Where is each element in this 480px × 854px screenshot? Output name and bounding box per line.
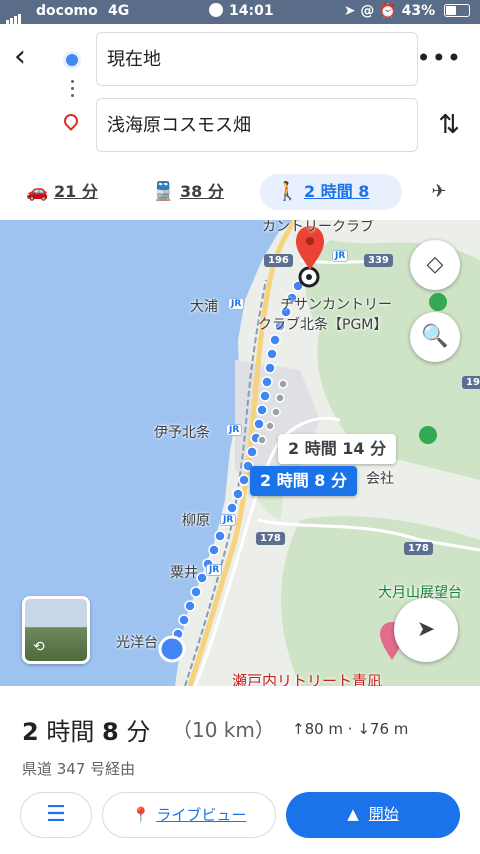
live-view-button[interactable]: 📍 ライブビュー <box>102 792 276 838</box>
start-button[interactable]: ▲ 開始 <box>286 792 460 838</box>
tab-walk[interactable]: 🚶 2 時間 8 <box>260 174 402 210</box>
navigation-arrow-icon: ▲ <box>347 805 359 823</box>
jr-station-icon: JR <box>220 514 237 526</box>
main-route-time-bubble[interactable]: 2 時間 8 分 <box>250 466 357 496</box>
route-elevation: ↑80 m · ↓76 m <box>292 720 409 738</box>
steps-list-button[interactable]: ☰ <box>20 792 92 838</box>
tab-flight[interactable]: ✈ <box>428 174 456 210</box>
rotate-360-icon: ⟲ <box>33 639 45 655</box>
train-icon: 🚆 <box>152 181 175 202</box>
alarm-icon: ⏰ <box>379 3 397 19</box>
route-distance: （10 km） <box>172 718 275 742</box>
live-view-pin-icon: 📍 <box>131 806 151 824</box>
jr-station-icon: JR <box>226 424 243 436</box>
map-view[interactable]: カントリークラブ チサンカントリー クラブ北条【PGM】 大浦 伊予北条 会社 … <box>0 220 480 686</box>
status-bar: docomo 4G 14:01 ➤ @ ⏰ 43% <box>0 0 480 24</box>
street-view-thumbnail[interactable]: ⟲ <box>22 596 90 664</box>
jr-station-icon: JR <box>332 250 349 262</box>
lock-rotation-icon: @ <box>360 3 375 19</box>
destination-pin-icon <box>61 111 81 131</box>
road-shield-196b: 196 <box>462 376 480 389</box>
layers-icon: ◇ <box>426 252 444 277</box>
jr-station-icon: JR <box>228 298 245 310</box>
route-via: 県道 347 号経由 <box>22 760 136 778</box>
tab-car[interactable]: 🚗 21 分 <box>26 174 98 210</box>
list-icon: ☰ <box>46 802 66 827</box>
map-label-iyo-hojo: 伊予北条 <box>154 425 210 441</box>
map-label-country-club-top: カントリークラブ <box>262 220 374 235</box>
travel-mode-tabs: 🚗 21 分 🚆 38 分 🚶 2 時間 8 ✈ <box>0 172 480 216</box>
back-button[interactable]: ‹ <box>14 42 44 72</box>
origin-dot-icon <box>66 54 78 66</box>
battery-icon <box>444 4 470 17</box>
road-shield-196: 196 <box>264 254 293 267</box>
swap-icon[interactable]: ⇅ <box>438 110 460 140</box>
route-summary-panel: 2 時間 8 分 （10 km） ↑80 m · ↓76 m 県道 347 号経… <box>0 686 480 854</box>
map-label-koyodai: 光洋台 <box>116 635 158 651</box>
status-time: 14:01 <box>229 3 274 19</box>
route-dots-icon <box>69 80 75 101</box>
road-shield-339: 339 <box>364 254 393 267</box>
map-label-retreat: 瀬戸内リトリート青凪 <box>232 672 383 686</box>
jr-station-icon: JR <box>206 564 223 576</box>
road-shield-178: 178 <box>256 532 285 545</box>
origin-input[interactable]: 現在地 <box>96 32 418 86</box>
navigation-icon <box>209 3 223 17</box>
alt-route-time-bubble[interactable]: 2 時間 14 分 <box>278 434 397 464</box>
road-shield-178b: 178 <box>404 542 433 555</box>
recenter-button[interactable]: ➤ <box>394 598 458 662</box>
map-label-country-club-2: クラブ北条【PGM】 <box>258 317 388 333</box>
map-label-yanagihara: 柳原 <box>182 513 210 529</box>
carrier-label: docomo <box>36 3 98 19</box>
map-label-awai: 粟井 <box>170 565 198 581</box>
signal-icon <box>6 8 22 24</box>
search-button[interactable]: 🔍 <box>410 312 460 362</box>
map-label-country-club: チサンカントリー <box>280 297 392 313</box>
location-arrow-icon: ➤ <box>343 3 356 19</box>
more-options-icon[interactable]: ••• <box>417 44 462 72</box>
plane-icon: ✈ <box>431 181 447 202</box>
walk-icon: 🚶 <box>276 181 299 202</box>
map-label-oura: 大浦 <box>190 299 218 315</box>
car-icon: 🚗 <box>26 181 49 202</box>
search-icon: 🔍 <box>421 324 449 349</box>
route-duration: 2 時間 8 分 <box>22 718 151 746</box>
network-label: 4G <box>108 3 130 19</box>
tab-train[interactable]: 🚆 38 分 <box>152 174 224 210</box>
destination-input[interactable]: 浅海原コスモス畑 <box>96 98 418 152</box>
battery-percent: 43% <box>401 3 436 19</box>
map-label-kaisha: 会社 <box>366 471 394 487</box>
location-arrow-icon: ➤ <box>416 617 436 642</box>
directions-header: ‹ 現在地 浅海原コスモス畑 ••• ⇅ 🚗 21 分 🚆 38 分 🚶 2 時間 8… <box>0 24 480 220</box>
layers-button[interactable]: ◇ <box>410 240 460 290</box>
